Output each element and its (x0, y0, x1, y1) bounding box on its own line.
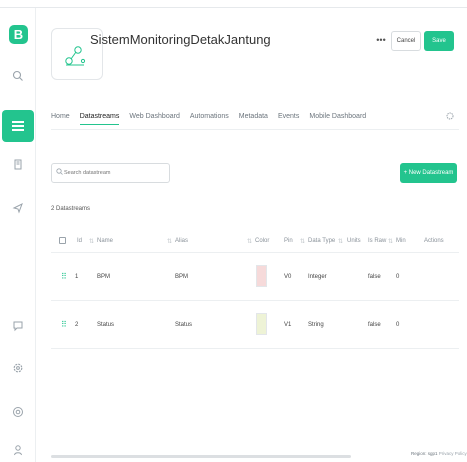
user-icon[interactable] (10, 444, 26, 460)
select-all-checkbox[interactable] (59, 237, 66, 244)
top-divider (0, 7, 467, 8)
horizontal-scrollbar[interactable] (51, 455, 351, 458)
privacy-policy-link[interactable]: Privacy Policy (439, 451, 467, 456)
help-icon[interactable] (10, 406, 26, 422)
sort-icon: ⇅ (338, 239, 344, 245)
footer: Region: sgp1 Privacy Policy (411, 451, 467, 456)
chat-icon[interactable] (10, 320, 26, 336)
cell-alias: Status (175, 322, 193, 328)
search-field-icon (56, 168, 63, 177)
cell-is-raw: false (368, 322, 381, 328)
tabs-settings-icon[interactable] (446, 112, 454, 122)
table-row[interactable]: ⠿ 2 Status Status V1 String false 0 (51, 301, 459, 349)
sidebar: B (0, 8, 36, 462)
column-color[interactable]: Color (255, 238, 269, 244)
tabs-divider (51, 129, 459, 130)
column-actions: Actions (424, 238, 444, 244)
cell-is-raw: false (368, 274, 381, 280)
tab-datastreams[interactable]: Datastreams (79, 111, 120, 125)
column-name[interactable]: Name (97, 238, 113, 244)
sort-icon: ⇅ (247, 239, 253, 245)
blynk-logo[interactable]: B (9, 25, 28, 44)
new-datastream-button[interactable]: + New Datastream (400, 163, 457, 183)
cancel-button[interactable]: Cancel (391, 31, 421, 51)
cell-id: 1 (75, 274, 79, 280)
cell-id: 2 (75, 322, 79, 328)
tab-home[interactable]: Home (51, 111, 70, 125)
send-icon[interactable] (10, 202, 26, 218)
color-swatch (256, 265, 267, 287)
tab-web-dashboard[interactable]: Web Dashboard (129, 111, 179, 125)
sidebar-item-templates[interactable] (2, 110, 34, 142)
column-is-raw[interactable]: Is Raw (368, 238, 386, 244)
cell-min: 0 (396, 274, 400, 280)
cell-pin: V0 (284, 274, 292, 280)
drag-handle-icon[interactable]: ⠿ (61, 320, 67, 329)
column-min[interactable]: Min (396, 238, 406, 244)
cell-alias: BPM (175, 274, 189, 280)
region-label: Region: sgp1 (411, 451, 438, 456)
tab-automations[interactable]: Automations (190, 111, 229, 125)
cell-name: BPM (97, 274, 111, 280)
datastream-count: 2 Datastreams (51, 206, 91, 212)
devices-icon[interactable] (10, 158, 26, 174)
cell-pin: V1 (284, 322, 292, 328)
color-swatch (256, 313, 267, 335)
column-alias[interactable]: Alias (175, 238, 188, 244)
cell-min: 0 (396, 322, 400, 328)
table-header: Id ⇅ Name ⇅ Alias ⇅ Color Pin ⇅ Data Typ… (51, 236, 459, 250)
tab-events[interactable]: Events (278, 111, 299, 125)
column-data-type[interactable]: Data Type (308, 238, 335, 244)
column-pin[interactable]: Pin (284, 238, 293, 244)
cell-data-type: Integer (308, 274, 327, 280)
settings-icon[interactable] (10, 362, 26, 378)
cell-name: Status (97, 322, 115, 328)
tab-mobile-dashboard[interactable]: Mobile Dashboard (309, 111, 366, 125)
column-id[interactable]: Id (77, 238, 82, 244)
sort-icon: ⇅ (167, 239, 173, 245)
dashboard-grid-icon (12, 120, 24, 132)
save-button[interactable]: Save (424, 31, 454, 51)
column-units[interactable]: Units (347, 238, 361, 244)
search-icon[interactable] (10, 70, 26, 86)
drag-handle-icon[interactable]: ⠿ (61, 272, 67, 281)
sort-icon: ⇅ (89, 239, 95, 245)
sort-icon: ⇅ (300, 239, 306, 245)
page-title: SistemMonitoringDetakJantung (90, 32, 271, 47)
sort-icon: ⇅ (388, 239, 394, 245)
tab-metadata[interactable]: Metadata (239, 111, 268, 125)
cell-data-type: String (308, 322, 324, 328)
search-input[interactable] (64, 167, 164, 179)
table-row[interactable]: ⠿ 1 BPM BPM V0 Integer false 0 (51, 253, 459, 301)
search-box[interactable] (51, 163, 170, 183)
tab-bar: Home Datastreams Web Dashboard Automatio… (51, 111, 366, 125)
more-options-button[interactable]: ••• (373, 32, 389, 50)
